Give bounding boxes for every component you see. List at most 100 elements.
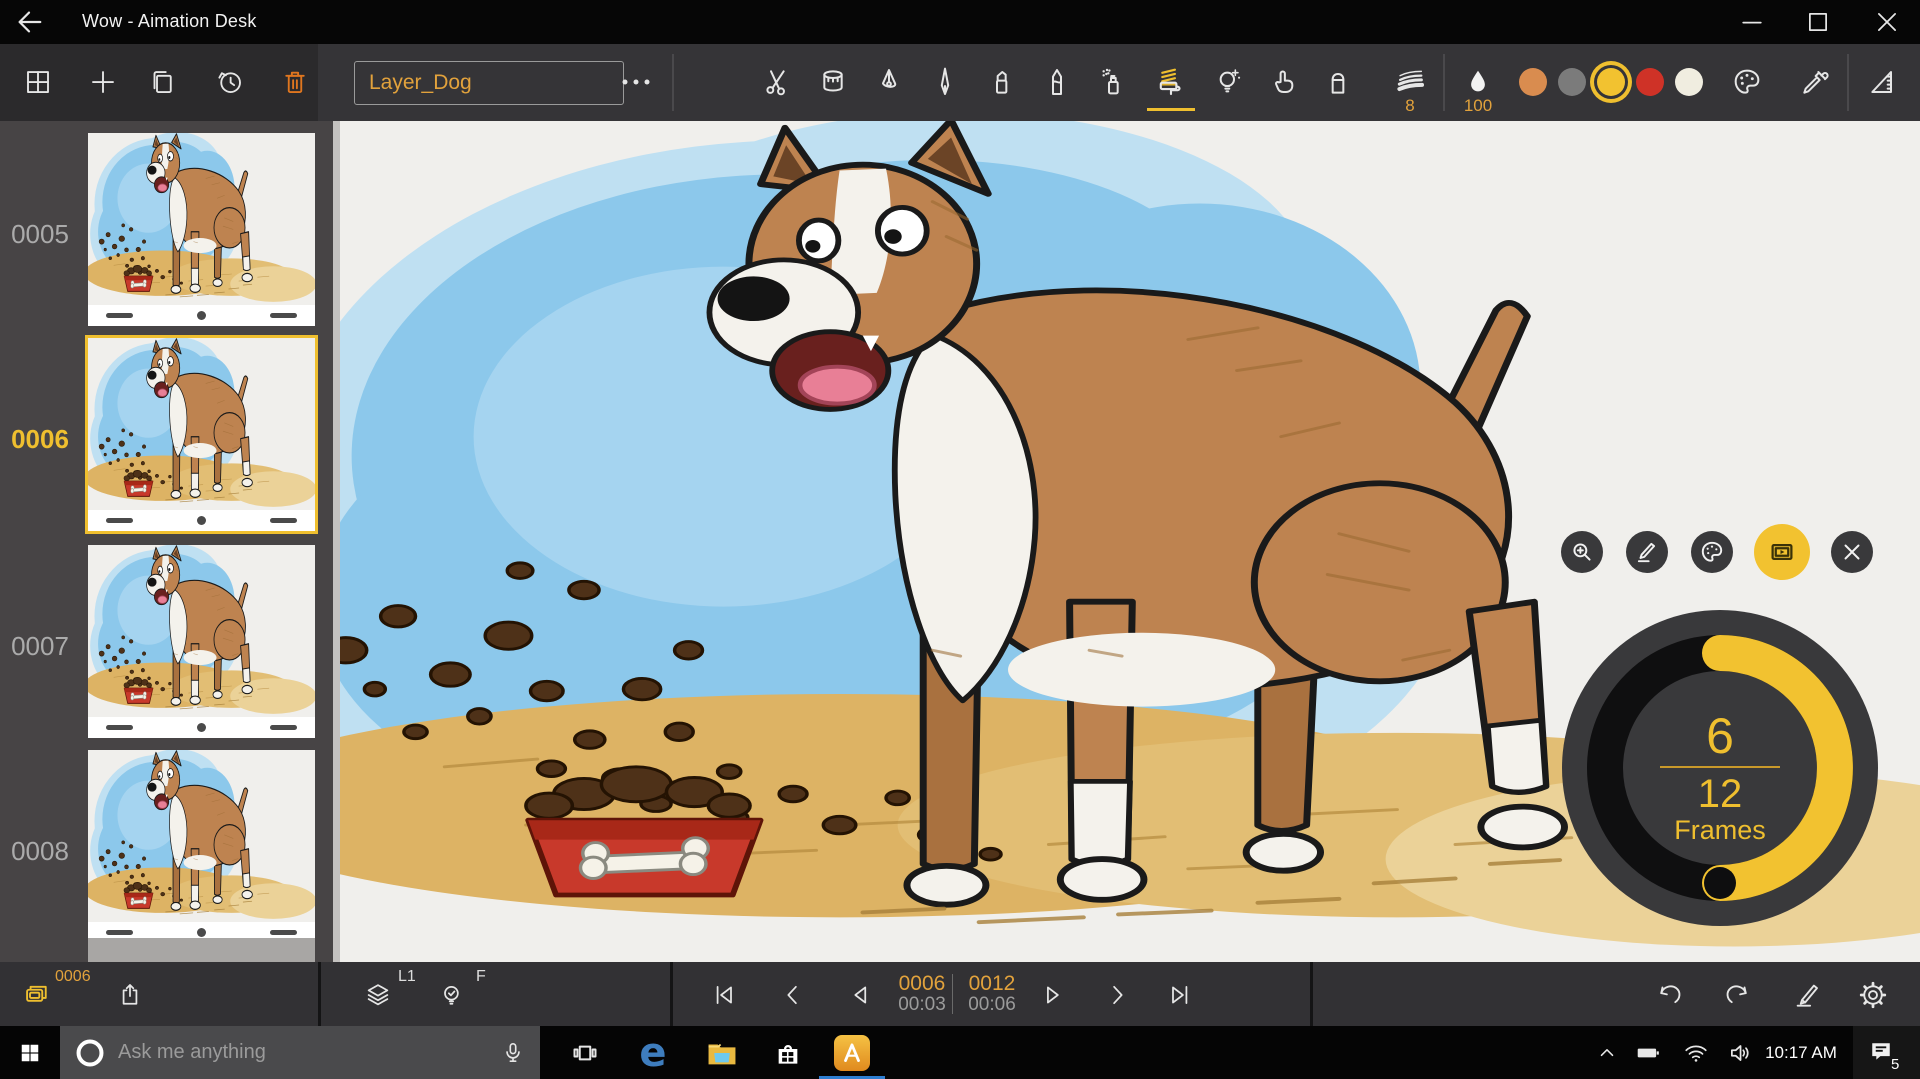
frame-thumbnail-0005[interactable]	[88, 133, 315, 326]
search-input[interactable]	[116, 1040, 500, 1065]
file-explorer-icon[interactable]	[698, 1026, 746, 1079]
total-position: 0012 00:06	[968, 972, 1016, 1016]
dial-current-frame: 6	[1706, 708, 1734, 764]
idea-bulb-icon[interactable]	[1212, 66, 1244, 98]
drawing-canvas[interactable]: 6 12 Frames	[340, 121, 1920, 962]
paint-roller-icon[interactable]	[1153, 65, 1187, 99]
grid-icon[interactable]	[23, 67, 53, 97]
animation-desk-app-icon[interactable]	[828, 1026, 876, 1079]
scissors-icon[interactable]	[761, 66, 793, 98]
tray-chevron-icon[interactable]	[1585, 1026, 1629, 1079]
frame-art	[88, 338, 315, 510]
current-time: 00:03	[898, 995, 946, 1016]
redo-icon[interactable]	[1722, 980, 1752, 1010]
palette-icon[interactable]	[1731, 66, 1763, 98]
bottom-divider	[670, 962, 673, 1026]
frame-label: 0005	[0, 219, 80, 250]
film-strip	[88, 305, 315, 326]
frames-mode-icon[interactable]	[23, 981, 51, 1009]
bottom-bar: 0006 L1 F 0006 00:03 0012 00:06	[0, 962, 1920, 1026]
step-back-icon[interactable]	[846, 981, 874, 1009]
maximize-icon[interactable]	[1803, 7, 1833, 37]
back-icon[interactable]	[14, 7, 44, 37]
swatch-gray[interactable]	[1558, 68, 1586, 96]
undo-icon[interactable]	[1655, 980, 1685, 1010]
frame-label: 0008	[0, 836, 80, 867]
frame-badge: 0006	[55, 968, 91, 986]
windows-store-icon[interactable]	[764, 1026, 812, 1079]
task-view-icon[interactable]	[561, 1026, 609, 1079]
frame-thumbnail-0008[interactable]	[88, 750, 315, 943]
frame-label-selected: 0006	[0, 424, 80, 455]
microphone-icon[interactable]	[500, 1040, 526, 1066]
swatch-yellow-selected[interactable]	[1597, 68, 1625, 96]
eraser-icon[interactable]	[1322, 66, 1354, 98]
animation-desk-window: Wow - Aimation Desk	[0, 0, 1920, 1079]
add-frame-icon[interactable]	[88, 67, 118, 97]
marker-icon[interactable]	[985, 66, 1017, 98]
settings-gear-icon[interactable]	[1858, 980, 1888, 1010]
edge-browser-icon[interactable]: e	[629, 1026, 677, 1079]
frame-flag-icon[interactable]	[438, 981, 466, 1009]
close-icon[interactable]	[1872, 7, 1902, 37]
action-center-button[interactable]	[1853, 1026, 1920, 1079]
draw-mode-icon[interactable]	[1792, 980, 1822, 1010]
frames-scrollbar[interactable]	[333, 121, 340, 962]
fountain-pen-icon[interactable]	[873, 66, 905, 98]
stylus-icon[interactable]	[929, 66, 961, 98]
cortana-search-box[interactable]	[60, 1026, 540, 1079]
windows-logo-icon	[19, 1042, 41, 1064]
wifi-icon[interactable]	[1674, 1026, 1718, 1079]
dial-unit-label: Frames	[1674, 815, 1766, 845]
skip-end-icon[interactable]	[1166, 981, 1194, 1009]
ruler-icon[interactable]	[1865, 66, 1897, 98]
swatch-white[interactable]	[1675, 68, 1703, 96]
current-position: 0006 00:03	[898, 972, 946, 1016]
bottom-divider	[1310, 962, 1313, 1026]
film-strip	[88, 510, 315, 531]
skip-start-icon[interactable]	[710, 981, 738, 1009]
close-overlay-button[interactable]	[1831, 531, 1873, 573]
dial-total-frames: 12	[1698, 772, 1743, 816]
battery-icon[interactable]	[1626, 1026, 1670, 1079]
hand-icon[interactable]	[1267, 66, 1299, 98]
dial-knob[interactable]	[1704, 867, 1736, 899]
stroke-width-icon[interactable]	[1393, 65, 1427, 99]
history-icon[interactable]	[215, 67, 245, 97]
pencil-icon[interactable]	[1041, 66, 1073, 98]
preview-button-selected[interactable]	[1754, 524, 1810, 580]
opacity-drop-icon[interactable]	[1463, 67, 1493, 97]
delete-icon[interactable]	[280, 67, 310, 97]
frames-dial[interactable]: 6 12 Frames	[1560, 601, 1880, 936]
layers-icon[interactable]	[364, 981, 392, 1009]
duplicate-icon[interactable]	[147, 67, 177, 97]
play-icon[interactable]	[1038, 981, 1066, 1009]
stroke-size-value[interactable]: 8	[1405, 96, 1414, 116]
next-frame-icon[interactable]	[1103, 981, 1131, 1009]
opacity-value[interactable]: 100	[1464, 96, 1492, 116]
toolbar-divider	[1847, 54, 1849, 111]
more-icon[interactable]	[623, 80, 650, 85]
taskbar-clock[interactable]: 10:17 AM	[1755, 1043, 1847, 1063]
frame-thumbnail-partial[interactable]	[88, 938, 315, 962]
flag-badge: F	[476, 968, 486, 986]
frames-panel: 0005 0006 0007 0008	[0, 121, 340, 962]
colors-button[interactable]	[1691, 531, 1733, 573]
swatch-red[interactable]	[1636, 68, 1664, 96]
minimize-icon[interactable]	[1737, 7, 1767, 37]
start-button[interactable]	[0, 1026, 60, 1079]
share-icon[interactable]	[116, 981, 144, 1009]
layer-name-field[interactable]	[354, 61, 624, 105]
paint-bucket-icon[interactable]	[817, 66, 849, 98]
airbrush-icon[interactable]	[1097, 66, 1129, 98]
draw-button[interactable]	[1626, 531, 1668, 573]
frame-art	[88, 545, 315, 717]
eyedropper-icon[interactable]	[1799, 66, 1831, 98]
frame-thumbnail-0006[interactable]	[88, 338, 315, 531]
frame-thumbnail-0007[interactable]	[88, 545, 315, 738]
swatch-orange[interactable]	[1519, 68, 1547, 96]
position-divider	[952, 974, 953, 1014]
toolbar: 8 100	[0, 44, 1920, 121]
prev-frame-icon[interactable]	[779, 981, 807, 1009]
zoom-button[interactable]	[1561, 531, 1603, 573]
